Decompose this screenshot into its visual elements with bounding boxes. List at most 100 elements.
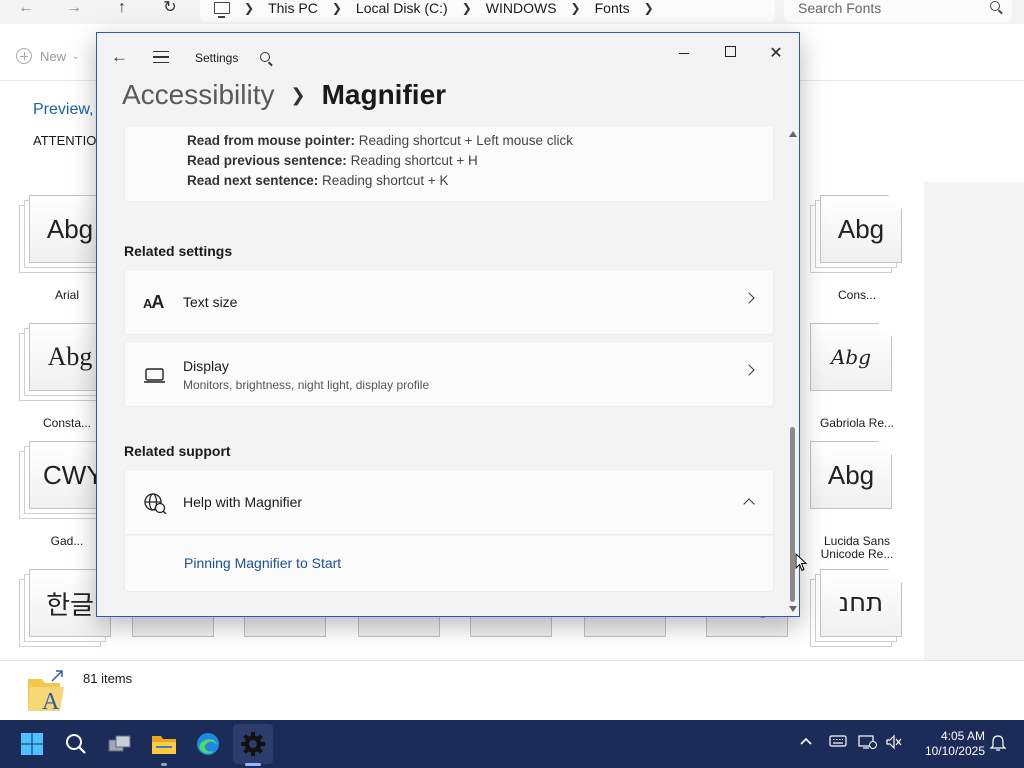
help-links-panel: Pinning Magnifier to Start bbox=[124, 536, 774, 592]
search-icon[interactable] bbox=[260, 52, 270, 62]
close-button[interactable]: ✕ bbox=[753, 39, 799, 69]
search-button[interactable] bbox=[56, 724, 96, 764]
folder-icon bbox=[152, 736, 176, 754]
breadcrumb-magnifier: Magnifier bbox=[321, 79, 447, 110]
scroll-down-arrow-icon[interactable] bbox=[789, 606, 797, 612]
chevron-right-icon: ❯ bbox=[331, 1, 342, 15]
scrollbar-thumb[interactable] bbox=[790, 427, 795, 602]
edge-browser-icon bbox=[197, 733, 219, 755]
attention-label: ATTENTION bbox=[33, 133, 106, 148]
this-pc-icon bbox=[214, 2, 230, 18]
text-size-row[interactable]: AA Text size bbox=[124, 269, 774, 335]
chevron-up-icon[interactable] bbox=[796, 734, 816, 754]
font-name: Cons... bbox=[837, 288, 876, 302]
search-placeholder: Search Fonts bbox=[798, 0, 882, 16]
running-indicator bbox=[161, 763, 167, 766]
window-title: Settings bbox=[195, 51, 239, 65]
plus-icon bbox=[16, 48, 32, 64]
preview-link[interactable]: Preview, bbox=[33, 101, 93, 119]
display-row[interactable]: Display Monitors, brightness, night ligh… bbox=[124, 341, 774, 407]
refresh-icon[interactable]: ↻ bbox=[158, 0, 182, 20]
chevron-right-icon: ❯ bbox=[244, 1, 255, 15]
search-icon bbox=[66, 734, 86, 754]
maximize-button[interactable] bbox=[707, 39, 753, 69]
search-input[interactable]: Search Fonts bbox=[784, 0, 1012, 22]
network-icon[interactable] bbox=[858, 734, 878, 754]
item-count: 81 items bbox=[83, 671, 133, 686]
font-tile[interactable]: Abg bbox=[800, 323, 896, 401]
chevron-down-icon: ⌄ bbox=[72, 50, 80, 61]
chevron-right-icon: ❯ bbox=[290, 84, 306, 105]
active-app-indicator bbox=[245, 763, 261, 766]
hamburger-menu-icon[interactable] bbox=[153, 51, 169, 63]
breadcrumb-accessibility[interactable]: Accessibility bbox=[122, 79, 274, 111]
gear-icon bbox=[241, 732, 265, 756]
file-explorer-taskbar-button[interactable] bbox=[144, 724, 184, 764]
globe-help-icon bbox=[144, 493, 167, 514]
details-pane bbox=[924, 182, 1024, 660]
font-preview-glyph: תחנ bbox=[838, 588, 884, 618]
scroll-up-arrow-icon[interactable] bbox=[789, 131, 797, 137]
task-view-button[interactable] bbox=[100, 724, 140, 764]
pinning-magnifier-link[interactable]: Pinning Magnifier to Start bbox=[184, 555, 341, 571]
settings-content: Read from mouse pointer: Reading shortcu… bbox=[97, 127, 787, 616]
breadcrumb-fonts[interactable]: Fonts bbox=[595, 0, 630, 16]
font-name: Gabriola Re... bbox=[819, 416, 895, 430]
text-size-icon: AA bbox=[143, 292, 164, 312]
search-icon bbox=[990, 1, 1000, 11]
task-view-icon bbox=[108, 735, 131, 752]
title-bar: ← Settings ✕ bbox=[97, 33, 799, 81]
chevron-up-icon[interactable] bbox=[743, 498, 755, 510]
new-button[interactable]: New ⌄ bbox=[16, 48, 80, 64]
breadcrumb[interactable]: ❯ This PC ❯ Local Disk (C:) ❯ WINDOWS ❯ … bbox=[200, 0, 775, 22]
chevron-right-icon bbox=[743, 364, 755, 376]
breadcrumb-this-pc[interactable]: This PC bbox=[268, 0, 318, 16]
chevron-right-icon: ❯ bbox=[570, 1, 581, 15]
taskbar: 4:05 AM 10/10/2025 bbox=[0, 720, 1024, 768]
settings-taskbar-button[interactable] bbox=[233, 724, 273, 764]
mouse-cursor-icon bbox=[795, 553, 807, 572]
chevron-right-icon: ❯ bbox=[461, 1, 472, 15]
keyboard-icon[interactable] bbox=[828, 734, 848, 754]
clock-time: 4:05 AM bbox=[940, 729, 985, 743]
status-bar: A 81 items bbox=[0, 660, 1024, 720]
row-title: Help with Magnifier bbox=[183, 494, 303, 510]
up-arrow-icon[interactable]: ↑ bbox=[110, 0, 134, 20]
page-title: Accessibility ❯ Magnifier bbox=[122, 79, 446, 111]
breadcrumb-local-disk[interactable]: Local Disk (C:) bbox=[356, 0, 448, 16]
vertical-scrollbar[interactable] bbox=[787, 127, 799, 616]
shortcuts-card: Read from mouse pointer: Reading shortcu… bbox=[124, 127, 774, 202]
row-title: Display bbox=[183, 358, 229, 374]
windows-logo-icon bbox=[21, 733, 43, 755]
forward-arrow-icon[interactable]: → bbox=[62, 0, 86, 20]
font-preview-glyph: Abg bbox=[827, 459, 875, 490]
settings-window: ← Settings ✕ Accessibility ❯ Magnifier R… bbox=[96, 32, 800, 617]
font-tile[interactable]: Abg bbox=[800, 441, 896, 519]
font-tile[interactable]: תחנ bbox=[810, 569, 906, 647]
font-name: Lucida Sans Unicode Re... bbox=[820, 534, 894, 561]
shortcut-line: Read next sentence: Reading shortcut + K bbox=[187, 173, 449, 188]
back-arrow-icon[interactable]: ← bbox=[111, 47, 128, 67]
volume-muted-icon[interactable] bbox=[884, 734, 904, 754]
help-with-magnifier-expander[interactable]: Help with Magnifier bbox=[124, 469, 774, 535]
notifications-icon[interactable] bbox=[988, 734, 1008, 754]
chevron-right-icon bbox=[743, 292, 755, 304]
font-preview-glyph: Abg bbox=[830, 345, 872, 369]
chevron-right-icon[interactable]: ❯ bbox=[644, 1, 654, 15]
address-bar-area: ← → ↑ ↻ ❯ This PC ❯ Local Disk (C:) ❯ WI… bbox=[0, 0, 1024, 24]
new-button-label: New bbox=[40, 48, 67, 64]
shortcut-line: Read previous sentence: Reading shortcut… bbox=[187, 153, 478, 168]
start-button[interactable] bbox=[12, 724, 52, 764]
font-preview-glyph: Abg bbox=[837, 213, 885, 244]
font-tile[interactable]: Abg bbox=[810, 195, 906, 273]
shortcut-line: Read from mouse pointer: Reading shortcu… bbox=[187, 133, 574, 148]
system-clock[interactable]: 4:05 AM 10/10/2025 bbox=[910, 729, 985, 759]
back-arrow-icon[interactable]: ← bbox=[14, 0, 38, 20]
row-subtitle: Monitors, brightness, night light, displ… bbox=[183, 378, 430, 392]
fonts-folder-icon: A bbox=[28, 670, 64, 713]
svg-text:A: A bbox=[42, 689, 60, 713]
edge-taskbar-button[interactable] bbox=[188, 724, 228, 764]
breadcrumb-windows[interactable]: WINDOWS bbox=[486, 0, 557, 16]
monitor-icon bbox=[144, 368, 165, 383]
minimize-button[interactable] bbox=[661, 39, 707, 69]
